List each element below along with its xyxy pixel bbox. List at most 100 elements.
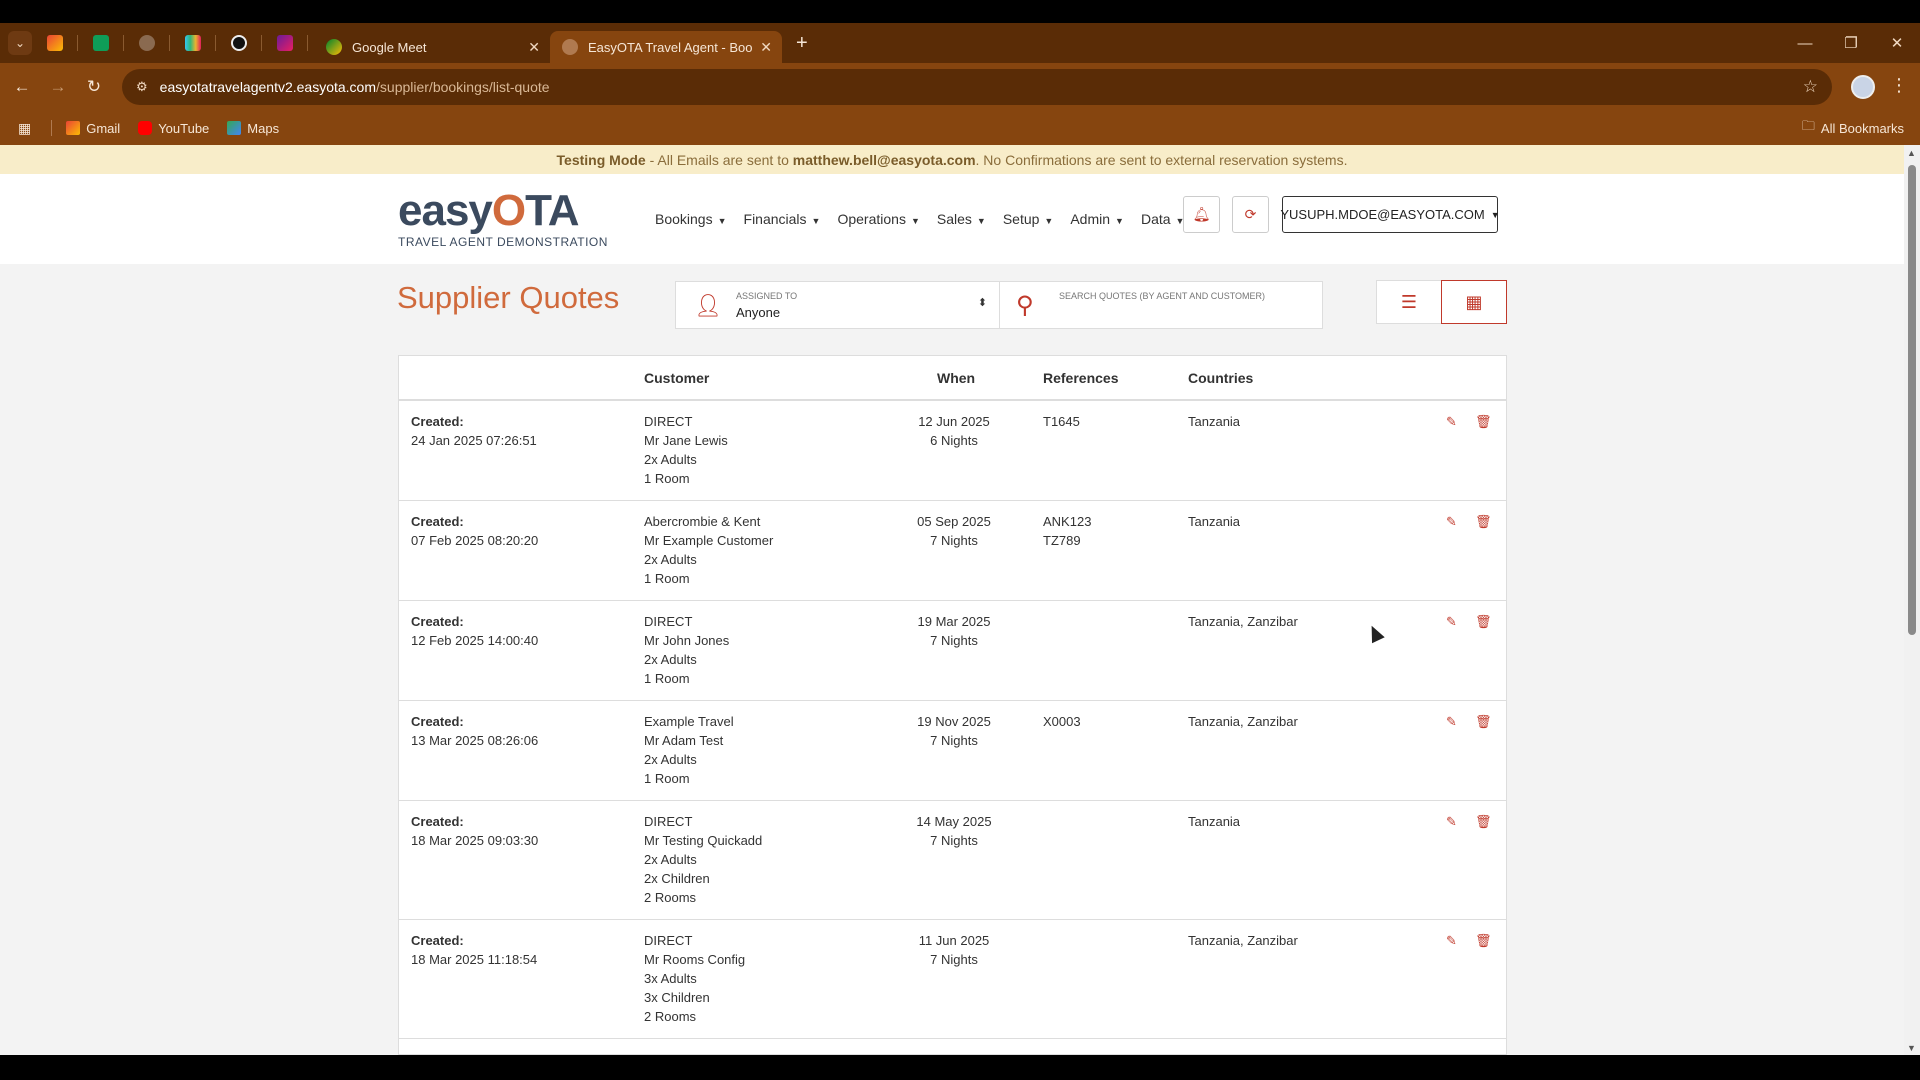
search-icon: ⚲ [1016,292,1034,319]
edit-icon[interactable]: ✎ [1446,712,1457,731]
bookmark-label: YouTube [158,120,210,136]
edit-icon[interactable]: ✎ [1446,412,1457,431]
customer-cell-line: DIRECT [644,933,693,948]
logo-text: easy [398,186,493,235]
when-cell-line: 7 Nights [930,533,978,548]
back-icon[interactable]: ← [4,77,40,97]
trash-icon[interactable]: 🗑︎ [1475,931,1492,950]
menu-kebab-icon[interactable]: ⋮ [1890,75,1908,96]
folder-icon: 🗀 [1801,118,1815,133]
search-quotes-input[interactable]: ⚲ SEARCH QUOTES (BY AGENT AND CUSTOMER) [999,281,1323,329]
new-tab-button[interactable]: + [796,32,808,55]
browser-toolbar: ← → ↻ ⚙ easyotatravelagentv2.easyota.com… [0,63,1920,111]
profile-avatar[interactable] [1851,75,1875,99]
scrollbar-thumb[interactable] [1908,165,1916,635]
pinned-tab-threads[interactable] [216,23,262,63]
edit-icon[interactable]: ✎ [1446,812,1457,831]
countries-cell: Tanzania [1188,814,1241,829]
notifications-button[interactable]: 🔔︎ [1183,196,1220,233]
pinned-tab-app[interactable] [262,23,308,63]
close-icon[interactable]: ✕ [760,39,772,56]
bookmark-youtube[interactable]: YouTube [138,121,209,136]
bookmark-gmail[interactable]: Gmail [66,121,120,136]
scroll-up-icon[interactable]: ▲ [1907,148,1916,158]
nav-bookings[interactable]: Bookings ▼ [655,211,727,227]
forward-icon[interactable]: → [40,77,76,97]
banner-text: - All Emails are sent to [645,151,793,168]
trash-icon[interactable]: 🗑︎ [1475,712,1492,731]
column-header-customer: Customer [644,370,710,386]
when-cell-line: 19 Mar 2025 [917,614,991,629]
customer-cell-line: 3x Adults [644,971,697,986]
bookmark-maps[interactable]: Maps [227,121,279,136]
pinned-tab-gmail[interactable] [32,23,78,63]
caret-down-icon: ▼ [1490,209,1500,220]
customer-cell-line: 1 Room [644,571,690,586]
created-cell: Created: 18 Mar 2025 09:03:30 [411,812,538,850]
address-bar[interactable]: ⚙ easyotatravelagentv2.easyota.com/suppl… [122,69,1832,105]
easyota-logo[interactable]: easyOTA TRAVEL AGENT DEMONSTRATION [398,186,608,250]
when-cell: 12 Jun 2025 6 Nights [899,412,1009,450]
all-bookmarks-button[interactable]: 🗀 All Bookmarks [1802,117,1904,139]
pinned-tab-slack[interactable] [170,23,216,63]
caret-down-icon: ▼ [811,216,821,226]
tab-easyota[interactable]: EasyOTA Travel Agent - Book O ✕ [550,31,782,63]
pinned-tab-globe[interactable] [124,23,170,63]
scroll-down-icon[interactable]: ▼ [1907,1043,1916,1053]
trash-icon[interactable]: 🗑︎ [1475,412,1492,431]
screen-top-edge [0,0,1920,23]
trash-icon[interactable]: 🗑︎ [1475,612,1492,631]
sort-arrows-icon: ⬍ [977,297,987,309]
nav-sales[interactable]: Sales ▼ [937,211,986,227]
page-scrollbar[interactable]: ▲ ▼ [1904,145,1920,1055]
apps-grid-icon[interactable]: ▦ [18,120,31,137]
reload-icon[interactable]: ↻ [76,77,112,97]
customer-cell-line: DIRECT [644,414,693,429]
references-cell: X0003 [1043,712,1081,731]
nav-label: Setup [1002,211,1040,227]
table-row[interactable]: Created: 13 Mar 2025 08:26:06 Example Trav… [399,701,1506,801]
bookmark-star-icon[interactable]: ☆ [1803,77,1818,97]
caret-down-icon: ▼ [1044,216,1054,226]
caret-down-icon: ▼ [910,216,920,226]
nav-financials[interactable]: Financials ▼ [744,211,821,227]
created-cell: Created: 07 Feb 2025 08:20:20 [411,512,538,550]
customer-cell: DIRECT Mr Jane Lewis 2x Adults 1 Room [644,412,728,488]
customer-cell: Example Travel Mr Adam Test 2x Adults 1 Roo… [644,712,734,788]
site-info-icon[interactable]: ⚙ [136,79,148,95]
nav-operations[interactable]: Operations ▼ [837,211,919,227]
edit-icon[interactable]: ✎ [1446,512,1457,531]
nav-admin[interactable]: Admin ▼ [1070,211,1124,227]
trash-icon[interactable]: 🗑︎ [1475,812,1492,831]
trash-icon[interactable]: 🗑︎ [1475,512,1492,531]
restore-icon[interactable]: ❐ [1828,34,1874,52]
minimize-icon[interactable]: — [1782,35,1828,52]
tab-search-button[interactable]: ⌄ [8,31,32,55]
close-icon[interactable]: ✕ [528,39,540,56]
table-row[interactable]: Created: 12 Feb 2025 14:00:40 DIRECT Mr Joh… [399,601,1506,701]
calendar-view-button[interactable]: ▦ [1441,280,1507,324]
when-cell-line: 7 Nights [930,952,978,967]
table-row[interactable]: Created: 24 Jan 2025 07:26:51 DIRECT Mr Jan… [399,401,1506,501]
when-cell-line: 14 May 2025 [916,814,992,829]
table-row[interactable]: Created: 07 Feb 2025 08:20:20 Abercrombie … [399,501,1506,601]
nav-setup[interactable]: Setup ▼ [1003,211,1054,227]
column-header-references: References [1043,370,1119,386]
refresh-button[interactable]: ⟳ [1232,196,1269,233]
list-view-button[interactable]: ☰ [1376,280,1442,324]
tab-google-meet[interactable]: Google Meet ✕ [314,31,550,63]
user-menu-button[interactable]: YUSUPH.MDOE@EASYOTA.COM ▼ [1280,196,1500,233]
edit-icon[interactable]: ✎ [1446,612,1457,631]
created-date: 18 Mar 2025 09:03:30 [411,833,539,848]
when-cell-line: 05 Sep 2025 [917,514,991,529]
sheets-icon [93,35,109,51]
close-window-icon[interactable]: ✕ [1874,34,1920,52]
pinned-tab-sheets[interactable] [78,23,124,63]
nav-data[interactable]: Data ▼ [1141,211,1185,227]
table-row[interactable]: Created: 18 Mar 2025 11:18:54 DIRECT Mr Roo… [399,920,1506,1039]
edit-icon[interactable]: ✎ [1446,931,1457,950]
references-cell: ANK123 TZ789 [1043,512,1091,550]
assigned-to-select[interactable]: 👤︎ ASSIGNED TO Anyone ⬍ [675,281,1000,329]
table-row[interactable]: Created: 18 Mar 2025 09:03:30 DIRECT Mr Tes… [399,801,1506,920]
created-cell: Created: 13 Mar 2025 08:26:06 [411,712,538,750]
